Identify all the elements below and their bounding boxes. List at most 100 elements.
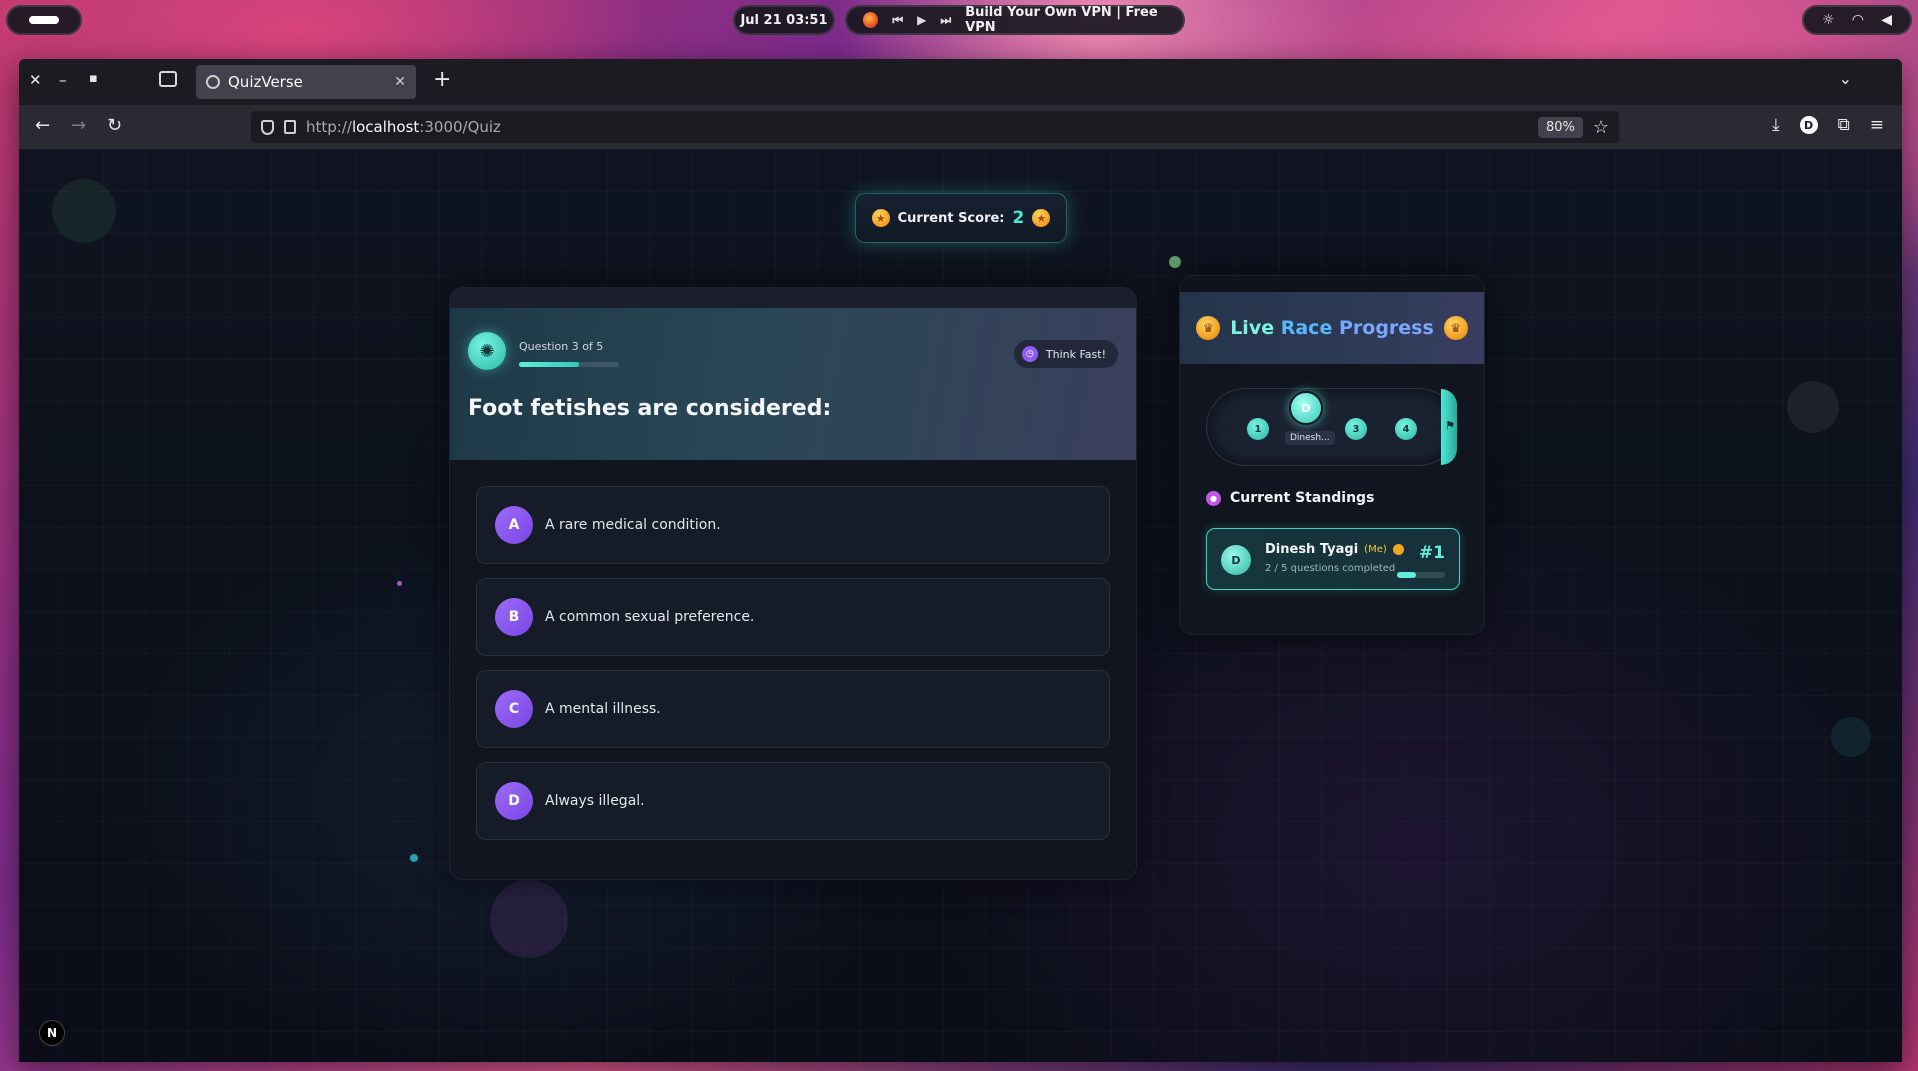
question-text: Foot fetishes are considered: <box>468 396 832 421</box>
forward-icon[interactable]: → <box>71 115 86 136</box>
nextjs-devtools-button[interactable]: N <box>39 1020 65 1046</box>
option-letter: D <box>495 782 533 820</box>
close-window-icon[interactable]: ✕ <box>29 71 42 89</box>
firefox-icon <box>863 12 879 28</box>
option-letter: C <box>495 690 533 728</box>
milestone-1: 1 <box>1247 418 1269 440</box>
toolbar-icons: ⤓ D ⧉ ≡ <box>1772 115 1884 135</box>
racer-avatar: D <box>1289 391 1323 425</box>
tab-strip: ✕ – ▪ QuizVerse ✕ + ⌄ <box>19 59 1902 105</box>
finish-flag-icon: ⚑ <box>1445 419 1455 432</box>
volume-icon: ◀ <box>1881 12 1893 28</box>
star-coin-icon: ★ <box>871 209 890 227</box>
url-text: http://localhost:3000/Quiz <box>306 118 501 136</box>
media-play-icon[interactable]: ▶ <box>917 13 926 27</box>
zoom-level[interactable]: 80% <box>1537 116 1583 138</box>
decorative-orb <box>1831 717 1871 757</box>
decorative-orb <box>397 581 402 586</box>
account-icon[interactable]: D <box>1799 116 1818 134</box>
finish-line: ⚑ <box>1441 389 1457 465</box>
answer-option-d[interactable]: D Always illegal. <box>476 762 1110 840</box>
media-title: Build Your Own VPN | Free VPN <box>965 5 1158 35</box>
question-progress-fill <box>519 362 579 367</box>
milestone-3: 3 <box>1345 418 1367 440</box>
media-next-icon[interactable]: ⏭ <box>940 13 951 28</box>
think-fast-badge: ◷ Think Fast! <box>1013 340 1118 368</box>
option-text: Always illegal. <box>545 793 645 809</box>
player-name: Dinesh Tyagi (Me) <box>1265 542 1404 557</box>
option-text: A rare medical condition. <box>545 517 721 533</box>
quiz-card-top <box>450 288 1136 308</box>
score-label: Current Score: <box>897 210 1005 226</box>
brightness-icon: ☼ <box>1821 12 1835 28</box>
decorative-orb <box>52 179 116 243</box>
standings-heading: ● Current Standings <box>1206 490 1374 506</box>
decorative-orb <box>1787 381 1839 433</box>
back-icon[interactable]: ← <box>35 115 50 136</box>
tab-list-icon[interactable] <box>159 71 177 87</box>
new-tab-icon[interactable]: + <box>433 67 451 92</box>
player-progress-bar <box>1397 572 1445 578</box>
answer-options: A A rare medical condition. B A common s… <box>450 460 1136 840</box>
media-previous-icon[interactable]: ⏮ <box>892 13 903 28</box>
url-bar[interactable]: http://localhost:3000/Quiz 80% ☆ <box>251 111 1619 143</box>
decorative-orb <box>410 854 418 862</box>
wifi-icon: ◠ <box>1852 12 1864 28</box>
standing-row: D Dinesh Tyagi (Me) 2 / 5 questions comp… <box>1206 528 1460 590</box>
question-counter: Question 3 of 5 <box>519 340 604 353</box>
option-text: A common sexual preference. <box>545 609 755 625</box>
chevron-down-icon[interactable]: ⌄ <box>1839 69 1852 88</box>
trophy-icon: ♛ <box>1443 316 1468 340</box>
quiz-header: ✺ Question 3 of 5 ◷ Think Fast! Foot fet… <box>450 308 1136 460</box>
reload-icon[interactable]: ↻ <box>107 115 122 136</box>
extensions-icon[interactable]: ⧉ <box>1838 115 1850 135</box>
player-progress-text: 2 / 5 questions completed <box>1265 563 1396 574</box>
quiz-card: ✺ Question 3 of 5 ◷ Think Fast! Foot fet… <box>449 287 1137 880</box>
player-progress-fill <box>1397 572 1417 578</box>
race-title: Live Race Progress <box>1230 317 1434 339</box>
shield-icon[interactable] <box>261 119 274 135</box>
current-score-box: ★ Current Score: 2 ★ <box>855 193 1067 243</box>
race-track: 1 3 4 D Dinesh... ⚑ <box>1206 388 1458 466</box>
question-progress-bar <box>519 362 619 367</box>
os-top-bar: Jul 21 03:51 ⏮ ▶ ⏭ Build Your Own VPN | … <box>0 0 1918 40</box>
activities-indicator <box>29 16 59 24</box>
answer-option-c[interactable]: C A mental illness. <box>476 670 1110 748</box>
menu-icon[interactable]: ≡ <box>1870 115 1884 135</box>
avatar: D <box>1221 545 1251 575</box>
brain-icon: ✺ <box>468 332 506 370</box>
think-fast-label: Think Fast! <box>1045 347 1106 361</box>
minimize-window-icon[interactable]: – <box>59 71 67 89</box>
score-value: 2 <box>1012 208 1025 228</box>
tab-quizverse[interactable]: QuizVerse ✕ <box>196 65 416 99</box>
activities-button[interactable] <box>6 5 82 35</box>
answer-option-a[interactable]: A A rare medical condition. <box>476 486 1110 564</box>
trophy-icon: ♛ <box>1196 316 1221 340</box>
standings-icon: ● <box>1206 490 1221 506</box>
rank-badge: #1 <box>1418 543 1445 563</box>
navigation-bar: ← → ↻ http://localhost:3000/Quiz 80% ☆ ⤓… <box>19 105 1902 149</box>
race-card-top <box>1180 276 1484 292</box>
tab-favicon-icon <box>206 75 220 89</box>
clock-icon: ◷ <box>1021 346 1038 362</box>
milestone-4: 4 <box>1395 418 1417 440</box>
browser-window: ✕ – ▪ QuizVerse ✕ + ⌄ ← → ↻ http://local… <box>19 59 1902 1062</box>
clock-text: Jul 21 03:51 <box>740 12 828 28</box>
bookmark-star-icon[interactable]: ☆ <box>1593 117 1609 138</box>
media-player[interactable]: ⏮ ▶ ⏭ Build Your Own VPN | Free VPN <box>845 5 1185 35</box>
downloads-icon[interactable]: ⤓ <box>1772 115 1780 135</box>
standings-title: Current Standings <box>1230 490 1375 506</box>
option-letter: A <box>495 506 533 544</box>
option-letter: B <box>495 598 533 636</box>
answer-option-b[interactable]: B A common sexual preference. <box>476 578 1110 656</box>
option-text: A mental illness. <box>545 701 661 717</box>
decorative-orb <box>490 880 568 958</box>
maximize-window-icon[interactable]: ▪ <box>89 71 98 86</box>
close-tab-icon[interactable]: ✕ <box>394 74 406 90</box>
clock-button[interactable]: Jul 21 03:51 <box>733 5 835 35</box>
system-tray[interactable]: ☼ ◠ ◀ <box>1802 5 1912 35</box>
page-info-icon[interactable] <box>284 120 296 134</box>
live-race-card: ♛ Live Race Progress ♛ 1 3 4 D Dinesh...… <box>1179 275 1485 635</box>
racer-name-tag: Dinesh... <box>1285 431 1335 445</box>
race-header: ♛ Live Race Progress ♛ <box>1180 292 1484 364</box>
